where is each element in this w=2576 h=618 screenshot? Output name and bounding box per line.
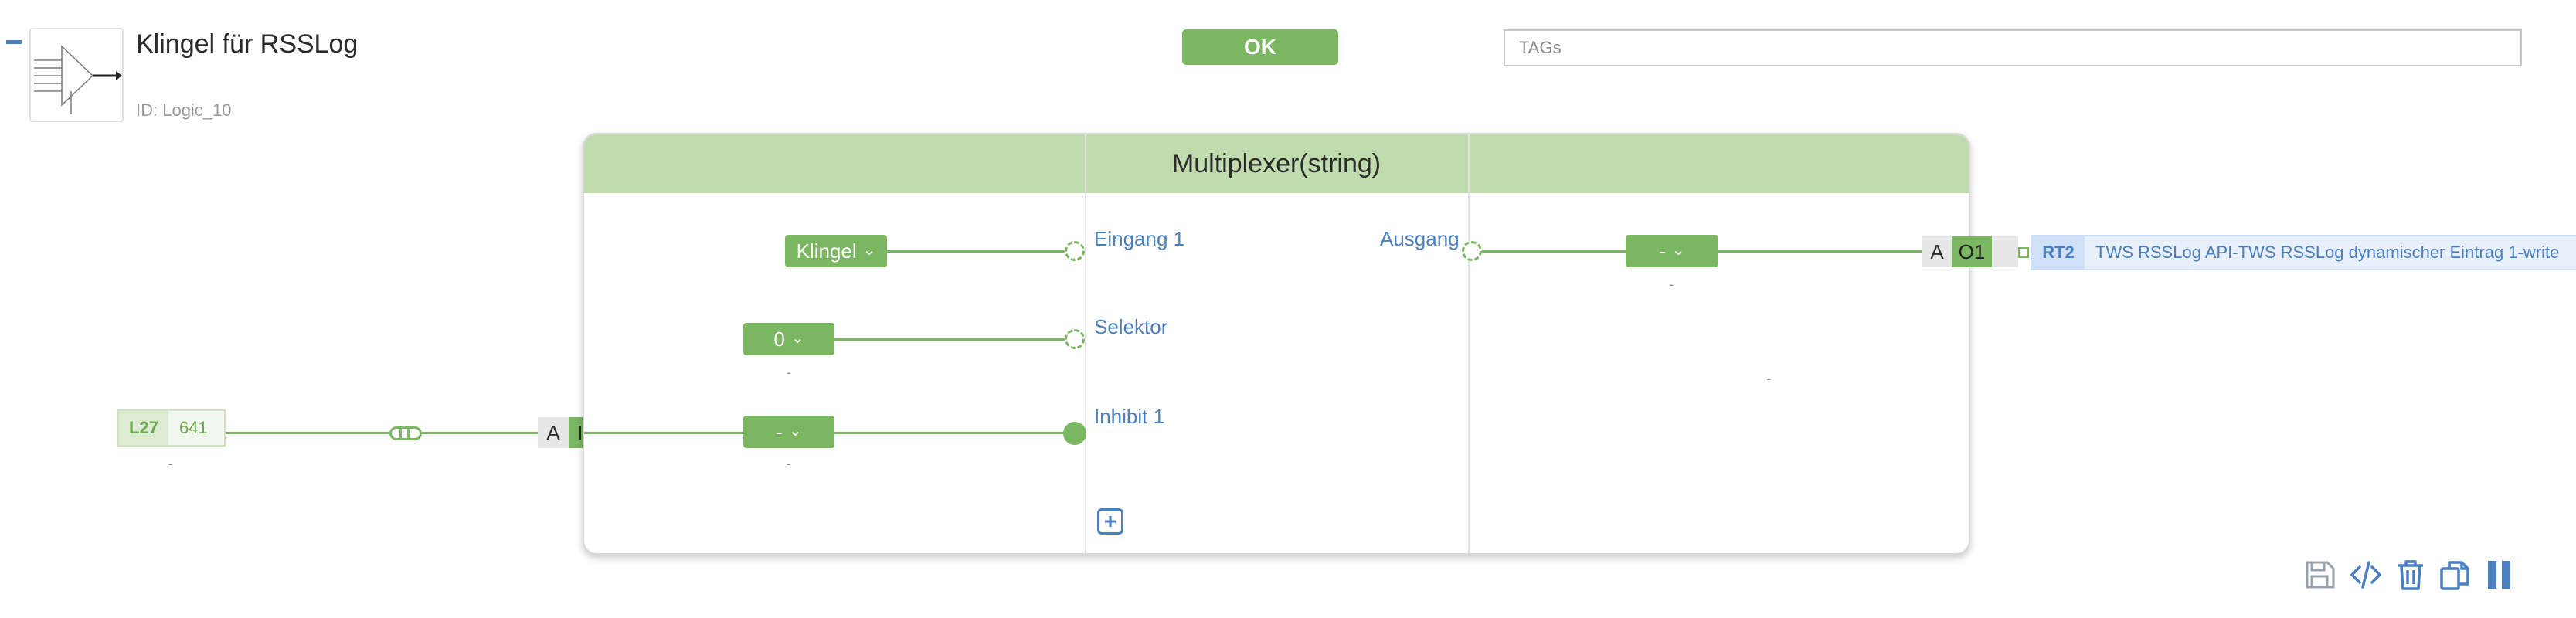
input-wire [422,432,538,434]
selektor-value-dropdown[interactable]: 0 ⌄ [743,323,834,355]
dropdown-value: - [776,419,783,443]
port-wire [834,432,1066,434]
trash-icon[interactable] [2394,558,2428,592]
eingang1-label: Eingang 1 [1094,227,1185,250]
output-chip-id[interactable]: O1 [1952,236,1992,267]
block-title: Multiplexer(string) [1171,148,1381,178]
output-connector[interactable] [2018,247,2029,258]
logic-id: ID: Logic_10 [136,100,232,120]
right-column-sub: - [1766,371,1771,386]
port-wire [887,250,1068,253]
column-divider [1468,134,1470,553]
eingang1-value-dropdown[interactable]: Klingel ⌄ [785,235,887,267]
duplicate-icon[interactable] [2438,558,2472,592]
selektor-label: Selektor [1094,315,1168,338]
dropdown-value: 0 [773,327,785,351]
inhibit1-port[interactable] [1063,422,1086,445]
add-input-button[interactable]: + [1097,508,1123,535]
save-icon[interactable] [2302,558,2336,592]
inhibit1-label: Inhibit 1 [1094,405,1165,428]
input-source-value: 641 [179,418,208,437]
chevron-down-icon: ⌄ [862,241,876,259]
selektor-sub: - [787,365,791,380]
logic-block-icon [29,28,124,122]
output-target-code: RT2 [2032,236,2085,269]
ausgang-port[interactable] [1462,241,1482,261]
output-chip-a[interactable]: A [1922,236,1952,267]
output-wire [1482,250,1626,253]
selektor-port[interactable] [1065,329,1085,349]
ausgang-value-dropdown[interactable]: - ⌄ [1626,235,1718,267]
chevron-down-icon: ⌄ [1671,241,1685,259]
port-wire [834,338,1068,341]
inhibit-wire [584,432,743,434]
connector-capsule[interactable] [389,426,422,440]
column-divider [1085,134,1086,553]
input-wire [226,432,389,434]
chevron-down-icon: ⌄ [788,422,802,440]
ausgang-sub: - [1669,277,1674,292]
inhibit1-sub: - [787,456,791,471]
logic-title: Klingel für RSSLog [136,29,359,59]
inhibit1-value-dropdown[interactable]: - ⌄ [743,416,834,448]
input-source-sub: - [168,456,173,471]
code-icon[interactable] [2349,558,2383,592]
dropdown-value: Klingel [796,239,857,263]
eingang1-port[interactable] [1065,241,1085,261]
output-chip-spacer [1992,236,2018,267]
ok-button[interactable]: OK [1182,29,1338,65]
dropdown-value: - [1659,239,1666,263]
multiplexer-block: Multiplexer(string) Klingel ⌄ Eingang 1 … [583,133,1970,555]
input-chip-a[interactable]: A [538,417,569,448]
collapse-toggle[interactable] [6,40,22,44]
ausgang-label: Ausgang [1380,227,1460,250]
tags-input[interactable] [1504,29,2522,66]
input-source-l27[interactable]: L27 641 [117,409,226,447]
input-source-code: L27 [119,411,168,445]
pause-icon[interactable] [2483,558,2517,592]
output-target-text: TWS RSSLog API-TWS RSSLog dynamischer Ei… [2095,243,2560,262]
chevron-down-icon: ⌄ [790,329,804,347]
output-target-rt2[interactable]: RT2 TWS RSSLog API-TWS RSSLog dynamische… [2031,235,2576,270]
